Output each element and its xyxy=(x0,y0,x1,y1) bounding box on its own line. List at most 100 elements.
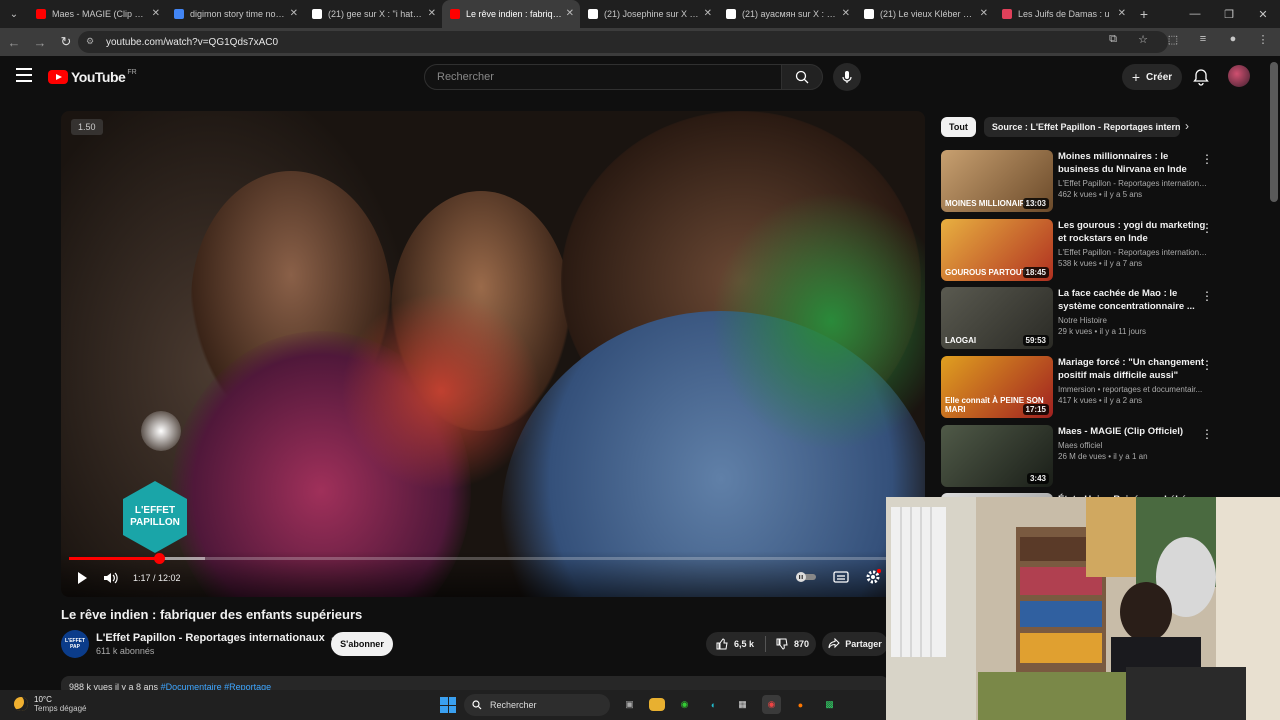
media-icon[interactable]: ≡ xyxy=(1194,33,1212,46)
share-button[interactable]: Partager xyxy=(822,632,888,656)
tab-close-icon[interactable]: ✕ xyxy=(842,8,850,19)
recommendation-title[interactable]: Moines millionnaires : le business du Ni… xyxy=(1058,150,1208,176)
recommendation-title[interactable]: Les gourous : yogi du marketing et rocks… xyxy=(1058,219,1208,245)
weather-widget[interactable]: 10°C Temps dégagé xyxy=(14,695,86,713)
duration-badge: 18:45 xyxy=(1022,266,1049,278)
task-view-icon[interactable]: ▣ xyxy=(620,695,639,714)
search-button[interactable] xyxy=(781,64,823,90)
edge-icon[interactable]: ◐ xyxy=(704,695,723,714)
restore-icon[interactable]: ❐ xyxy=(1212,0,1246,28)
recommendation-thumbnail[interactable]: 3:43 xyxy=(941,424,1053,487)
more-options-icon[interactable]: ⋮ xyxy=(1201,289,1213,303)
recommendation-thumbnail[interactable]: LAOGAI 59:53 xyxy=(941,287,1053,350)
browser-tab[interactable]: (21) Josephine sur X : "No ✕ xyxy=(580,0,718,28)
tab-close-icon[interactable]: ✕ xyxy=(566,8,574,19)
settings-gear-icon[interactable] xyxy=(865,569,881,585)
tab-close-icon[interactable]: ✕ xyxy=(1118,8,1126,19)
recommendation-title[interactable]: Mariage forcé : "Un changement positif m… xyxy=(1058,356,1208,382)
subtitles-icon[interactable] xyxy=(833,571,849,583)
firefox-icon[interactable]: ● xyxy=(791,695,810,714)
tab-close-icon[interactable]: ✕ xyxy=(290,8,298,19)
more-options-icon[interactable]: ⋮ xyxy=(1201,427,1213,441)
browser-tab[interactable]: (21) Le vieux Kléber sur X ✕ xyxy=(856,0,994,28)
back-icon[interactable]: ← xyxy=(2,30,26,54)
browser-tab[interactable]: digimon story time note j ✕ xyxy=(166,0,304,28)
recommendation-item[interactable]: GOUROUS PARTOUT 18:45 Les gourous : yogi d… xyxy=(941,218,1213,287)
recommendation-item[interactable]: MOINES MILLIONAIRES 13:03 Moines millionna… xyxy=(941,150,1213,218)
xbox-icon[interactable]: ◉ xyxy=(675,695,694,714)
browser-tab[interactable]: (21) аyасмян sur X : "@Sr ✕ xyxy=(718,0,856,28)
close-window-icon[interactable]: ✕ xyxy=(1246,0,1280,28)
menu-icon[interactable] xyxy=(16,68,32,82)
chevron-right-icon[interactable]: › xyxy=(1185,119,1189,133)
windows-start-icon[interactable] xyxy=(440,697,456,713)
address-bar[interactable]: ⚙ youtube.com/watch?v=QG1Qds7xAC0 xyxy=(78,31,1168,53)
filter-chips: Tout Source : L'Effet Papillon - Reporta… xyxy=(941,117,1180,137)
recommendation-thumbnail[interactable]: Elle connaît À PEINE SON MARI 17:15 xyxy=(941,356,1053,419)
search-input[interactable]: Rechercher xyxy=(424,64,782,90)
browser-menu-icon[interactable]: ⋮ xyxy=(1254,33,1272,46)
recommendation-title[interactable]: Maes - MAGIE (Clip Officiel) xyxy=(1058,425,1208,438)
like-button[interactable]: 6,5 k xyxy=(706,636,766,652)
browser-tab[interactable]: (21) gee sur X : "i hate the ✕ xyxy=(304,0,442,28)
forward-icon[interactable]: → xyxy=(28,30,52,54)
more-options-icon[interactable]: ⋮ xyxy=(1201,358,1213,372)
bookmark-star-icon[interactable]: ☆ xyxy=(1134,33,1152,46)
recommendation-channel[interactable]: L'Effet Papillon - Reportages internatio… xyxy=(1058,179,1208,188)
subscribe-button[interactable]: S'abonner xyxy=(331,632,393,656)
recommendation-title[interactable]: La face cachée de Mao : le système conce… xyxy=(1058,287,1208,313)
channel-name[interactable]: L'Effet Papillon - Reportages internatio… xyxy=(96,632,338,644)
more-options-icon[interactable]: ⋮ xyxy=(1201,152,1213,166)
tab-close-icon[interactable]: ✕ xyxy=(704,8,712,19)
tab-close-icon[interactable]: ✕ xyxy=(428,8,436,19)
voice-search-button[interactable] xyxy=(833,63,861,91)
chrome-icon[interactable]: ◉ xyxy=(762,695,781,714)
recommendation-item[interactable]: LAOGAI 59:53 La face cachée de Mao : le sy… xyxy=(941,287,1213,355)
install-icon[interactable]: ⧉ xyxy=(1104,33,1122,46)
browser-tab[interactable]: Les Juifs de Damas : u ✕ xyxy=(994,0,1132,28)
tab-title: (21) Le vieux Kléber sur X xyxy=(880,9,976,19)
recommendation-channel[interactable]: L'Effet Papillon - Reportages internatio… xyxy=(1058,248,1208,257)
chip-source[interactable]: Source : L'Effet Papillon - Reportages i… xyxy=(983,117,1180,137)
new-tab-button[interactable]: + xyxy=(1132,6,1156,22)
taskbar-search[interactable]: Rechercher xyxy=(464,694,610,716)
page-scrollbar[interactable] xyxy=(1270,62,1278,202)
recommendation-channel[interactable]: Notre Histoire xyxy=(1058,316,1208,325)
browser-tab[interactable]: Maes - MAGIE (Clip Offici ✕ xyxy=(28,0,166,28)
reload-icon[interactable]: ↻ xyxy=(54,30,78,54)
tab-favicon-icon xyxy=(450,9,460,19)
youtube-logo[interactable]: YouTube FR xyxy=(48,69,137,85)
recommendation-thumbnail[interactable]: MOINES MILLIONAIRES 13:03 xyxy=(941,150,1053,212)
recommendation-meta: 417 k vues • il y a 2 ans xyxy=(1058,396,1143,406)
tab-search-icon[interactable]: ⌄ xyxy=(0,0,28,28)
extensions-icon[interactable]: ⬚ xyxy=(1164,33,1182,46)
minimize-icon[interactable]: — xyxy=(1178,0,1212,28)
volume-icon[interactable] xyxy=(103,571,119,585)
progress-bar[interactable] xyxy=(69,553,917,564)
recommendation-item[interactable]: 3:43 Maes - MAGIE (Clip Officiel) Maes off… xyxy=(941,424,1213,493)
video-player[interactable]: 1.50 L'EFFET PAPILLON 1:17 / 12:02 xyxy=(61,111,925,597)
recommendation-channel[interactable]: Immersion • reportages et documentair... xyxy=(1058,385,1208,394)
profile-icon[interactable]: ● xyxy=(1224,33,1242,46)
create-button[interactable]: + Créer xyxy=(1122,64,1182,90)
account-avatar[interactable] xyxy=(1228,65,1250,87)
site-info-icon[interactable]: ⚙ xyxy=(86,36,98,48)
autoplay-toggle-icon[interactable] xyxy=(795,571,817,583)
dislike-button[interactable]: 870 xyxy=(766,638,809,650)
tab-close-icon[interactable]: ✕ xyxy=(152,8,160,19)
file-explorer-icon[interactable] xyxy=(649,698,665,711)
tab-title: digimon story time note j xyxy=(190,9,286,19)
chip-all[interactable]: Tout xyxy=(941,117,976,137)
channel-avatar[interactable]: L'EFFET PAP xyxy=(61,630,89,658)
app-icon[interactable]: ▩ xyxy=(820,695,839,714)
more-options-icon[interactable]: ⋮ xyxy=(1201,221,1213,235)
tab-close-icon[interactable]: ✕ xyxy=(980,8,988,19)
browser-tab[interactable]: Le rêve indien : fabriquer ✕ xyxy=(442,0,580,28)
recommendation-channel[interactable]: Maes officiel xyxy=(1058,441,1208,450)
store-icon[interactable]: ▦ xyxy=(733,695,752,714)
recommendation-thumbnail[interactable]: GOUROUS PARTOUT 18:45 xyxy=(941,218,1053,281)
scrubber-handle[interactable] xyxy=(153,553,165,564)
recommendation-item[interactable]: Elle connaît À PEINE SON MARI 17:15 Mariag… xyxy=(941,356,1213,424)
notifications-bell-icon[interactable] xyxy=(1192,68,1210,86)
play-icon[interactable] xyxy=(75,571,89,585)
